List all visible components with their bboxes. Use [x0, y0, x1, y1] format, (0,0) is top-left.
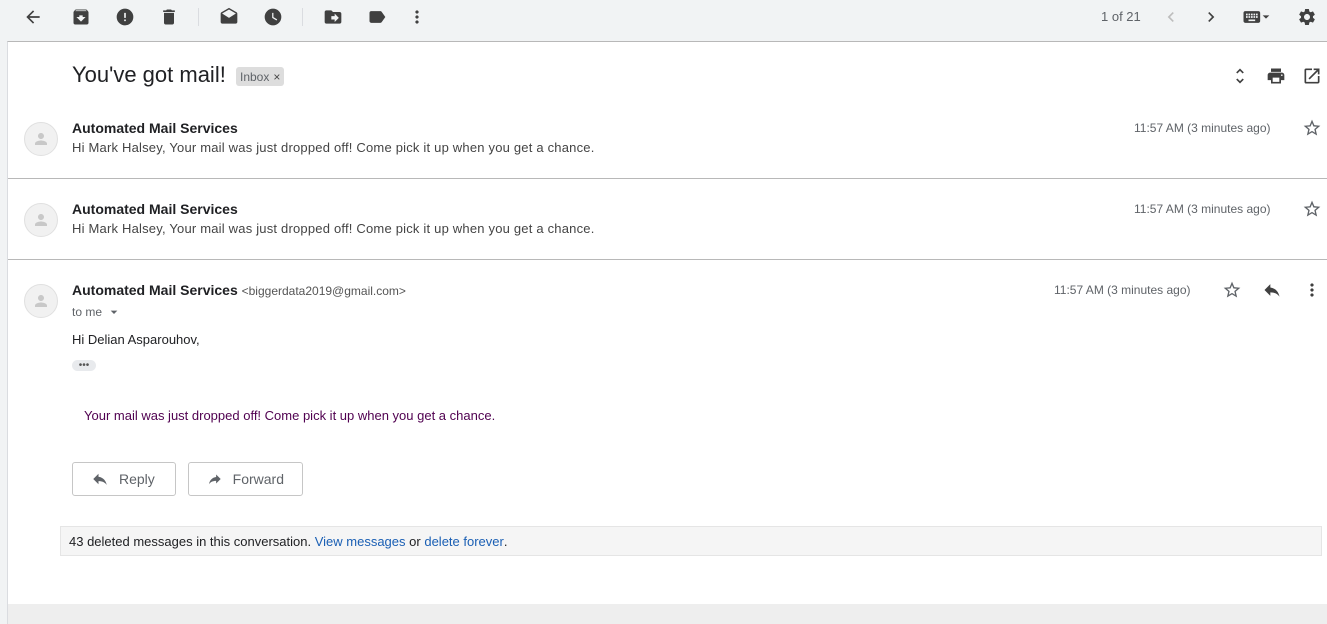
sender-email: <biggerdata2019@gmail.com>	[241, 284, 406, 298]
deleted-text: 43 deleted messages in this conversation…	[69, 533, 312, 549]
avatar	[24, 122, 58, 156]
more-vert-icon[interactable]	[403, 3, 431, 31]
or-text: or	[409, 533, 421, 549]
move-to-icon[interactable]	[319, 3, 347, 31]
show-trimmed-content-button[interactable]: •••	[72, 360, 96, 371]
reply-label: Reply	[119, 471, 155, 487]
star-icon[interactable]	[1301, 198, 1323, 220]
sender-name: Automated Mail Services	[72, 282, 238, 298]
reply-button[interactable]: Reply	[72, 462, 176, 496]
inbox-label-chip[interactable]: Inbox ×	[236, 67, 285, 86]
toolbar: 1 of 21	[0, 0, 1327, 34]
expand-all-icon[interactable]	[1228, 64, 1252, 88]
mark-unread-icon[interactable]	[215, 3, 243, 31]
avatar	[24, 284, 58, 318]
panel-footer	[7, 604, 1327, 624]
pager-count: 1 of 21	[1101, 9, 1141, 24]
message-snippet: Hi Mark Halsey, Your mail was just dropp…	[72, 140, 595, 155]
snooze-icon[interactable]	[259, 3, 287, 31]
reply-icon[interactable]	[1261, 279, 1283, 301]
star-icon[interactable]	[1221, 279, 1243, 301]
archive-icon[interactable]	[67, 3, 95, 31]
message-divider	[8, 259, 1327, 260]
message-time: 11:57 AM (3 minutes ago)	[1134, 121, 1271, 135]
toolbar-divider	[302, 8, 303, 26]
sender-name: Automated Mail Services	[72, 120, 238, 136]
remove-label-icon[interactable]: ×	[273, 70, 280, 84]
label-text: Inbox	[240, 69, 270, 84]
avatar	[24, 203, 58, 237]
settings-icon[interactable]	[1293, 3, 1321, 31]
deleted-messages-bar: 43 deleted messages in this conversation…	[60, 526, 1322, 556]
open-message-sender: Automated Mail Services <biggerdata2019@…	[72, 282, 406, 298]
print-icon[interactable]	[1264, 64, 1288, 88]
forward-icon	[208, 474, 221, 485]
keyboard-icon[interactable]	[1236, 3, 1276, 31]
star-icon[interactable]	[1301, 117, 1323, 139]
message-time: 11:57 AM (3 minutes ago)	[1134, 202, 1271, 216]
label-icon[interactable]	[363, 3, 391, 31]
to-me-label: to me	[72, 305, 103, 319]
open-new-window-icon[interactable]	[1300, 64, 1324, 88]
reply-icon	[93, 473, 107, 485]
conversation-panel: You've got mail! Inbox × Automated Mail …	[7, 41, 1327, 605]
forward-button[interactable]: Forward	[188, 462, 303, 496]
sender-name: Automated Mail Services	[72, 201, 238, 217]
message-body: Your mail was just dropped off! Come pic…	[84, 408, 496, 423]
delete-forever-link[interactable]: delete forever	[424, 534, 504, 549]
forward-label: Forward	[232, 471, 284, 487]
message-greeting: Hi Delian Asparouhov,	[72, 332, 200, 347]
more-vert-icon[interactable]	[1301, 279, 1323, 301]
message-time: 11:57 AM (3 minutes ago)	[1054, 283, 1191, 297]
report-spam-icon[interactable]	[111, 3, 139, 31]
prev-icon[interactable]	[1157, 3, 1185, 31]
chevron-down-icon	[110, 310, 118, 314]
delete-icon[interactable]	[155, 3, 183, 31]
message-snippet: Hi Mark Halsey, Your mail was just dropp…	[72, 221, 595, 236]
back-arrow-icon[interactable]	[19, 3, 47, 31]
message-divider	[8, 178, 1327, 179]
thread-subject: You've got mail!	[72, 62, 226, 87]
view-messages-link[interactable]: View messages	[315, 534, 406, 549]
period-text: .	[503, 533, 508, 549]
recipients-toggle[interactable]: to me	[72, 304, 122, 320]
toolbar-divider	[198, 8, 199, 26]
next-icon[interactable]	[1197, 3, 1225, 31]
